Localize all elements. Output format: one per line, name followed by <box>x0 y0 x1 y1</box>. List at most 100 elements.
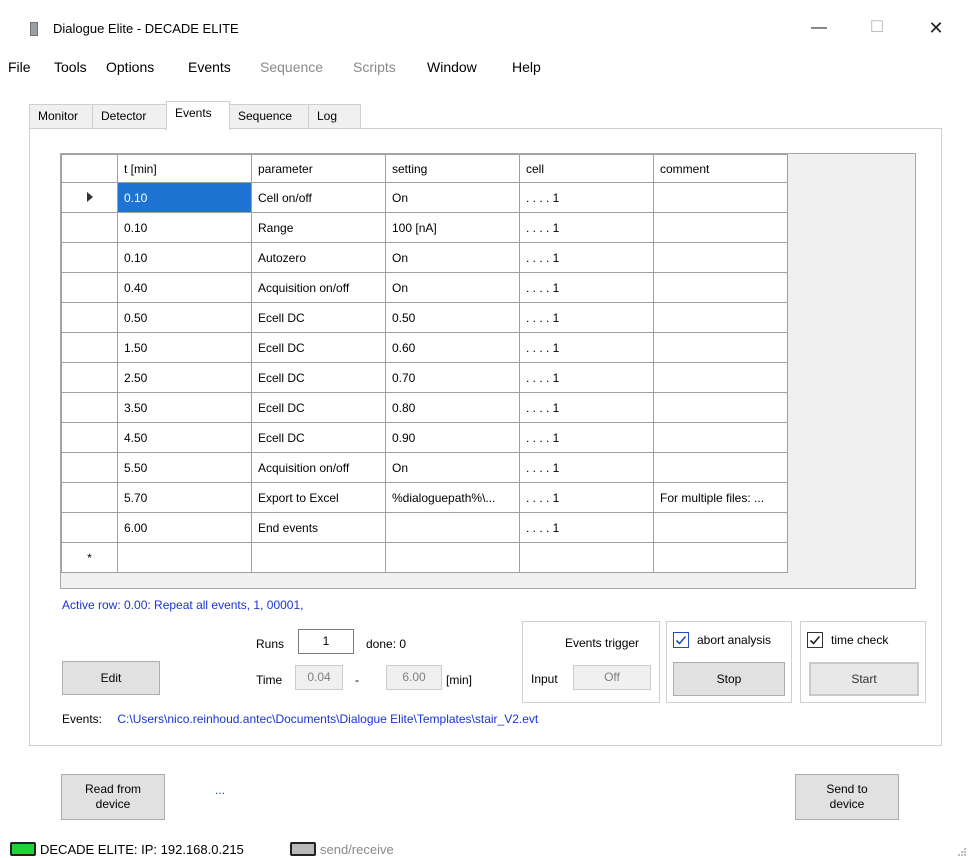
events-grid[interactable]: t [min] parameter setting cell comment 0… <box>60 153 916 589</box>
table-cell[interactable] <box>251 542 386 573</box>
menu-file[interactable]: File <box>8 59 31 75</box>
menu-events[interactable]: Events <box>188 59 231 75</box>
close-button[interactable]: ✕ <box>913 13 959 43</box>
menu-tools[interactable]: Tools <box>54 59 87 75</box>
table-row[interactable]: 3.50 Ecell DC 0.80 . . . . 1 <box>61 392 788 423</box>
table-cell[interactable] <box>653 512 788 543</box>
table-cell[interactable] <box>653 272 788 303</box>
table-cell[interactable] <box>653 302 788 333</box>
table-cell[interactable]: On <box>385 182 520 213</box>
table-cell[interactable]: %dialoguepath%\... <box>385 482 520 513</box>
row-header[interactable] <box>61 392 118 423</box>
table-cell[interactable]: . . . . 1 <box>519 182 654 213</box>
table-cell[interactable]: 100 [nA] <box>385 212 520 243</box>
table-row[interactable]: 0.40 Acquisition on/off On . . . . 1 <box>61 272 788 303</box>
table-cell[interactable]: . . . . 1 <box>519 452 654 483</box>
table-cell[interactable]: . . . . 1 <box>519 242 654 273</box>
table-cell[interactable] <box>653 332 788 363</box>
row-header[interactable] <box>61 482 118 513</box>
table-cell[interactable]: End events <box>251 512 386 543</box>
menu-sequence[interactable]: Sequence <box>260 59 323 75</box>
table-cell[interactable]: 0.80 <box>385 392 520 423</box>
row-header[interactable] <box>61 332 118 363</box>
table-cell[interactable]: . . . . 1 <box>519 482 654 513</box>
read-from-device-button[interactable]: Read from device <box>61 774 165 820</box>
table-row[interactable]: 0.50 Ecell DC 0.50 . . . . 1 <box>61 302 788 333</box>
table-cell[interactable]: On <box>385 272 520 303</box>
table-cell[interactable]: Ecell DC <box>251 302 386 333</box>
row-header[interactable] <box>61 362 118 393</box>
table-cell[interactable]: 2.50 <box>117 362 252 393</box>
time-from-field[interactable]: 0.04 <box>295 665 343 690</box>
table-cell[interactable]: 0.90 <box>385 422 520 453</box>
column-header-setting[interactable]: setting <box>385 154 520 183</box>
new-row[interactable]: * <box>61 542 788 573</box>
table-row[interactable]: 6.00 End events . . . . 1 <box>61 512 788 543</box>
column-header-parameter[interactable]: parameter <box>251 154 386 183</box>
table-cell[interactable]: 0.60 <box>385 332 520 363</box>
table-cell[interactable]: On <box>385 452 520 483</box>
menu-options[interactable]: Options <box>106 59 154 75</box>
row-header[interactable] <box>61 242 118 273</box>
row-header[interactable] <box>61 422 118 453</box>
table-row[interactable]: 0.10 Cell on/off On . . . . 1 <box>61 182 788 213</box>
table-cell[interactable]: 0.10 <box>117 182 252 213</box>
table-cell[interactable]: 0.40 <box>117 272 252 303</box>
table-cell[interactable]: . . . . 1 <box>519 422 654 453</box>
menu-window[interactable]: Window <box>427 59 477 75</box>
table-cell[interactable] <box>653 422 788 453</box>
table-cell[interactable] <box>385 542 520 573</box>
new-row-marker[interactable]: * <box>61 542 118 573</box>
row-header[interactable] <box>61 212 118 243</box>
table-cell[interactable]: 0.50 <box>117 302 252 333</box>
table-cell[interactable] <box>653 212 788 243</box>
table-cell[interactable]: Ecell DC <box>251 422 386 453</box>
table-cell[interactable]: Range <box>251 212 386 243</box>
start-button[interactable]: Start <box>809 662 919 696</box>
table-row[interactable]: 0.10 Autozero On . . . . 1 <box>61 242 788 273</box>
menu-help[interactable]: Help <box>512 59 541 75</box>
row-header[interactable] <box>61 272 118 303</box>
table-cell[interactable] <box>653 362 788 393</box>
table-cell[interactable]: 5.70 <box>117 482 252 513</box>
table-cell[interactable]: 5.50 <box>117 452 252 483</box>
table-cell[interactable]: 0.10 <box>117 212 252 243</box>
table-cell[interactable]: . . . . 1 <box>519 212 654 243</box>
table-cell[interactable]: Ecell DC <box>251 362 386 393</box>
table-row[interactable]: 1.50 Ecell DC 0.60 . . . . 1 <box>61 332 788 363</box>
table-cell[interactable]: Acquisition on/off <box>251 272 386 303</box>
table-row[interactable]: 5.70 Export to Excel %dialoguepath%\... … <box>61 482 788 513</box>
table-cell[interactable] <box>653 542 788 573</box>
table-cell[interactable]: On <box>385 242 520 273</box>
table-cell[interactable]: 4.50 <box>117 422 252 453</box>
edit-button[interactable]: Edit <box>62 661 160 695</box>
column-header-comment[interactable]: comment <box>653 154 788 183</box>
table-cell[interactable]: 6.00 <box>117 512 252 543</box>
table-cell[interactable]: . . . . 1 <box>519 512 654 543</box>
ellipsis-link[interactable]: ... <box>215 783 225 797</box>
table-cell[interactable] <box>385 512 520 543</box>
table-row[interactable]: 4.50 Ecell DC 0.90 . . . . 1 <box>61 422 788 453</box>
table-cell[interactable]: 1.50 <box>117 332 252 363</box>
table-cell[interactable]: 0.50 <box>385 302 520 333</box>
table-cell[interactable]: Cell on/off <box>251 182 386 213</box>
row-header[interactable] <box>61 512 118 543</box>
runs-input[interactable]: 1 <box>298 629 354 654</box>
table-cell[interactable] <box>519 542 654 573</box>
resize-grip-icon[interactable] <box>956 846 966 856</box>
minimize-button[interactable]: — <box>796 13 842 43</box>
menu-scripts[interactable]: Scripts <box>353 59 396 75</box>
table-row[interactable]: 0.10 Range 100 [nA] . . . . 1 <box>61 212 788 243</box>
table-cell[interactable]: . . . . 1 <box>519 332 654 363</box>
table-row[interactable]: 5.50 Acquisition on/off On . . . . 1 <box>61 452 788 483</box>
row-header[interactable] <box>61 182 118 213</box>
tab-detector[interactable]: Detector <box>92 104 168 129</box>
time-to-field[interactable]: 6.00 <box>386 665 442 690</box>
tab-sequence[interactable]: Sequence <box>229 104 309 129</box>
maximize-button[interactable]: ☐ <box>854 13 900 43</box>
table-cell[interactable] <box>653 182 788 213</box>
table-cell[interactable]: Export to Excel <box>251 482 386 513</box>
table-row[interactable]: 2.50 Ecell DC 0.70 . . . . 1 <box>61 362 788 393</box>
stop-button[interactable]: Stop <box>673 662 785 696</box>
column-header-cell[interactable]: cell <box>519 154 654 183</box>
